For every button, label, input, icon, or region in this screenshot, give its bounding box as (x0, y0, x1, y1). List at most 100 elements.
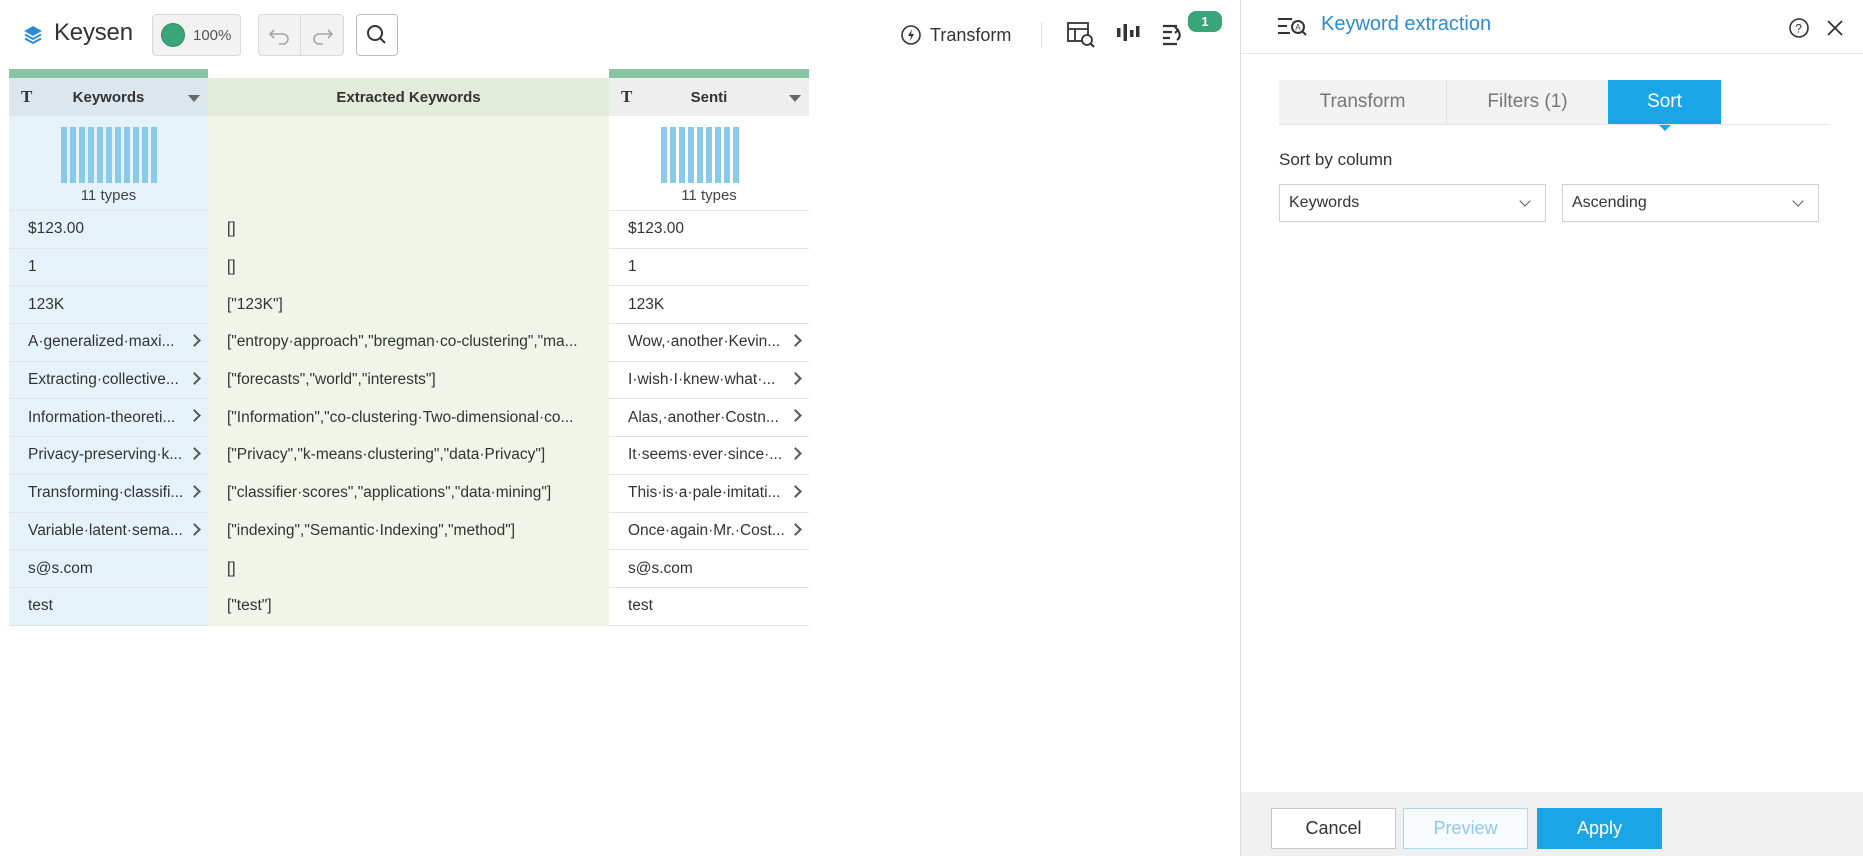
steps-icon[interactable] (1160, 20, 1188, 53)
table-cell[interactable]: 1 (609, 248, 809, 287)
sort-column-select[interactable]: Keywords (1279, 184, 1546, 222)
cell-value: 123K (628, 295, 665, 313)
table-cell[interactable]: Once·again·Mr.·Cost... (609, 512, 809, 551)
table-cell[interactable]: [] (208, 248, 609, 287)
column-menu-icon[interactable] (789, 95, 801, 102)
redo-button[interactable] (301, 15, 343, 55)
column-profile (208, 116, 609, 211)
table-cell[interactable]: This·is·a·pale·imitati... (609, 474, 809, 513)
cell-value: Information-theoreti... (28, 408, 176, 426)
transform-button[interactable]: Transform (900, 22, 1011, 48)
layers-logo-icon (22, 24, 44, 46)
column-profile-icon[interactable] (1115, 22, 1141, 51)
chevron-down-icon (1792, 195, 1804, 207)
table-cell[interactable]: ["indexing","Semantic·Indexing","method"… (208, 512, 609, 551)
chevron-right-icon[interactable] (188, 522, 201, 536)
table-cell[interactable]: 123K (609, 286, 809, 325)
redo-icon (313, 29, 334, 45)
chevron-right-icon[interactable] (789, 484, 802, 498)
undo-button[interactable] (259, 15, 301, 55)
chevron-down-icon (1519, 195, 1531, 207)
table-cell[interactable]: Information-theoreti... (9, 399, 208, 438)
zoom-level: 100% (193, 27, 232, 44)
apply-button[interactable]: Apply (1537, 808, 1662, 849)
column-header-senti[interactable]: T Senti (609, 78, 809, 116)
table-cell[interactable]: $123.00 (9, 211, 208, 249)
sort-order-select[interactable]: Ascending (1562, 184, 1819, 222)
table-cell[interactable]: ["classifier·scores","applications","dat… (208, 474, 609, 513)
table-cell[interactable]: ["Privacy","k-means·clustering","data·Pr… (208, 437, 609, 475)
keyword-extraction-panel: A Keyword extraction ? Transform Filters… (1240, 0, 1863, 856)
panel-footer: Cancel Preview Apply (1241, 792, 1863, 856)
table-cell[interactable]: $123.00 (609, 211, 809, 249)
cell-value: Extracting·collective... (28, 371, 179, 389)
table-cell[interactable]: Wow,·another·Kevin... (609, 324, 809, 362)
types-count: 11 types (681, 187, 737, 204)
tab-transform[interactable]: Transform (1279, 80, 1447, 124)
chevron-right-icon[interactable] (188, 409, 201, 423)
table-cell[interactable]: ["entropy·approach","bregman·co-clusteri… (208, 324, 609, 362)
column-menu-icon[interactable] (188, 95, 200, 102)
table-cell[interactable]: Transforming·classifi... (9, 474, 208, 513)
chevron-right-icon[interactable] (789, 447, 802, 460)
cell-value: Alas,·another·Costn... (628, 408, 779, 426)
chevron-right-icon[interactable] (789, 409, 802, 423)
chevron-right-icon[interactable] (188, 371, 201, 385)
table-cell[interactable]: ["test"] (208, 587, 609, 626)
zoom-control[interactable]: 100% (152, 14, 241, 56)
chevron-right-icon[interactable] (188, 447, 201, 460)
cell-value: ["Privacy","k-means·clustering","data·Pr… (227, 446, 546, 464)
cell-value: 1 (628, 258, 637, 276)
table-cell[interactable]: s@s.com (609, 550, 809, 588)
chevron-right-icon[interactable] (188, 334, 201, 347)
table-cell[interactable]: test (9, 587, 208, 626)
table-cell[interactable]: test (609, 587, 809, 626)
table-cell[interactable]: [] (208, 211, 609, 249)
table-cell[interactable]: ["Information","co-clustering·Two-dimens… (208, 399, 609, 438)
chevron-right-icon[interactable] (188, 484, 201, 498)
table-cell[interactable]: ["123K"] (208, 286, 609, 325)
column-name: Extracted Keywords (336, 88, 481, 106)
table-cell[interactable]: 1 (9, 248, 208, 287)
help-icon[interactable]: ? (1788, 17, 1810, 44)
table-cell[interactable]: 123K (9, 286, 208, 325)
table-cell[interactable]: Alas,·another·Costn... (609, 399, 809, 438)
sort-order-value: Ascending (1572, 194, 1647, 211)
column-quality-bar (609, 69, 809, 78)
cell-value: Variable·latent·sema... (28, 521, 183, 539)
column-header-keywords[interactable]: T Keywords (9, 78, 208, 116)
column-senti: T Senti 11 types $123.00 1 123K Wow,·anothe… (609, 69, 809, 626)
table-cell[interactable]: ["forecasts","world","interests"] (208, 361, 609, 400)
search-icon (367, 25, 386, 44)
chevron-right-icon[interactable] (789, 522, 802, 536)
tab-sort[interactable]: Sort (1608, 80, 1721, 131)
table-cell[interactable]: It·seems·ever·since·... (609, 437, 809, 475)
table-cell[interactable]: A·generalized·maxi... (9, 324, 208, 362)
table-cell[interactable]: [] (208, 550, 609, 588)
table-cell[interactable]: s@s.com (9, 550, 208, 588)
column-name: Senti (690, 88, 728, 106)
search-button[interactable] (356, 14, 398, 56)
cell-value: ["123K"] (227, 295, 283, 313)
column-keywords: T Keywords 11 types $123.00 1 123K A·genera… (9, 69, 208, 626)
chevron-right-icon[interactable] (789, 334, 802, 347)
table-search-icon[interactable] (1066, 20, 1096, 55)
table-cell[interactable]: I·wish·I·knew·what·... (609, 361, 809, 400)
status-dot (161, 23, 185, 47)
table-cell[interactable]: Variable·latent·sema... (9, 512, 208, 551)
cell-value: 123K (28, 295, 65, 313)
table-cell[interactable]: Privacy-preserving·k... (9, 437, 208, 475)
cancel-button[interactable]: Cancel (1271, 808, 1396, 849)
lightning-icon (901, 25, 921, 45)
close-icon[interactable] (1824, 17, 1846, 44)
cell-value: Privacy-preserving·k... (28, 446, 183, 464)
tab-filters[interactable]: Filters (1) (1447, 80, 1608, 124)
cell-value: test (628, 597, 653, 615)
preview-button[interactable]: Preview (1403, 808, 1528, 849)
column-profile: 11 types (9, 116, 208, 211)
cell-value: 1 (28, 258, 37, 276)
table-cell[interactable]: Extracting·collective... (9, 361, 208, 400)
chevron-right-icon[interactable] (789, 371, 802, 385)
cell-value: Once·again·Mr.·Cost... (628, 521, 785, 539)
column-header-extracted-keywords[interactable]: Extracted Keywords (208, 78, 609, 116)
